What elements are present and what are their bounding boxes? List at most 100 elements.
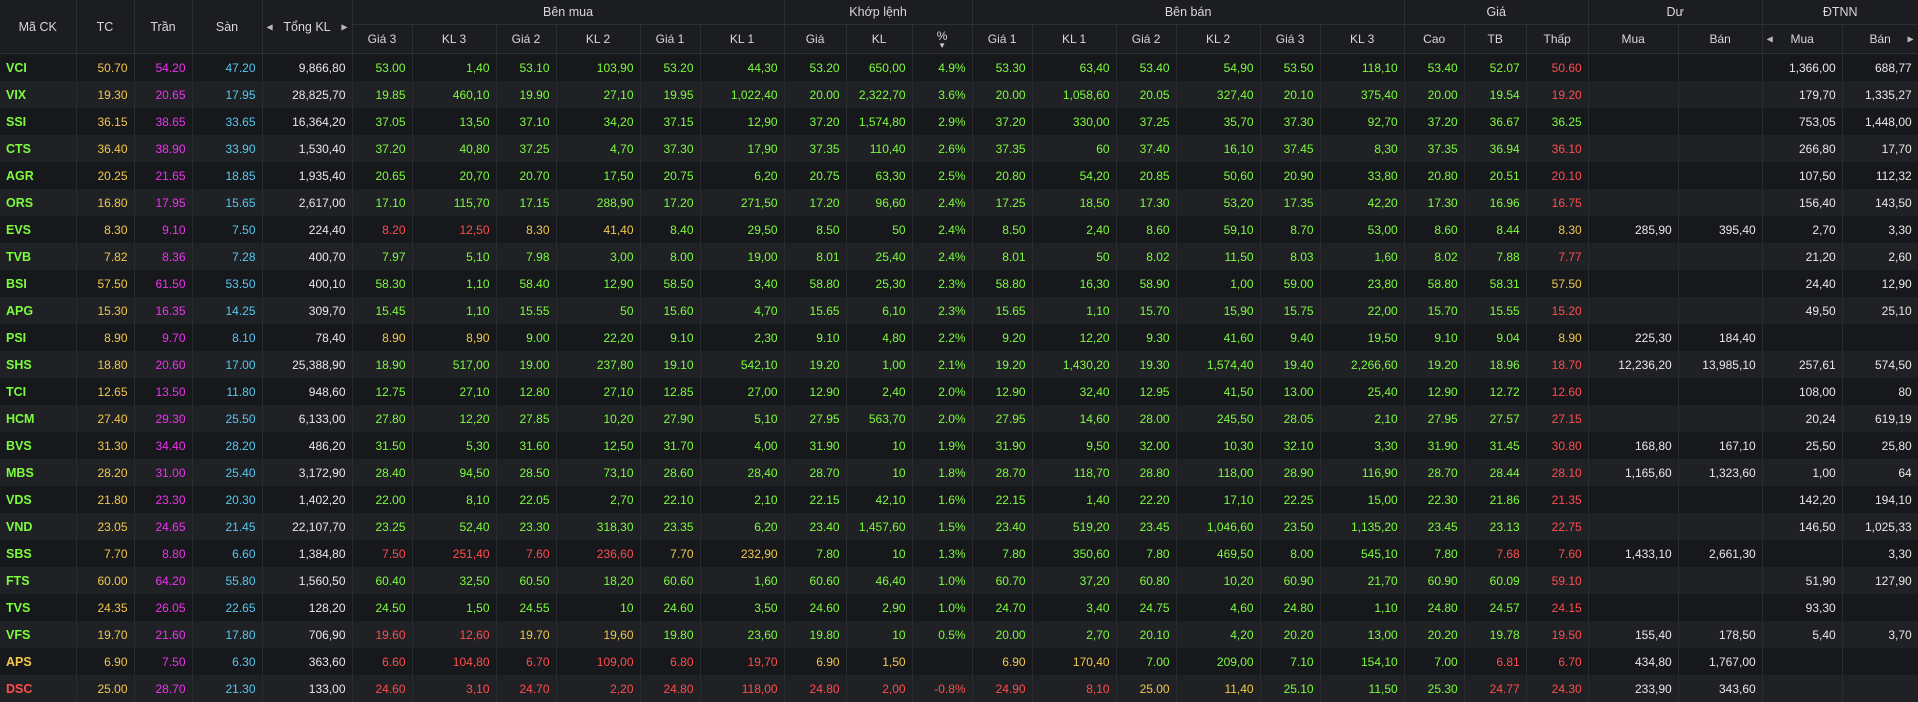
symbol-cell[interactable]: SSI [0,108,77,135]
match-price-cell: 8.50 [784,216,847,243]
ask-vol2-cell: 54,90 [1176,53,1261,81]
symbol-cell[interactable]: VND [0,513,77,540]
scroll-right-icon[interactable]: ▶ [341,22,347,31]
header-ask-vol3[interactable]: KL 3 [1320,24,1405,54]
table-row[interactable]: VDS 21.80 23.30 20.30 1,402,20 22.00 8,10 22.05… [0,486,1918,513]
symbol-cell[interactable]: VCI [0,53,77,81]
symbol-cell[interactable]: ORS [0,189,77,216]
table-row[interactable]: VCI 50.70 54.20 47.20 9,866,80 53.00 1,40 53.10… [0,53,1918,81]
table-row[interactable]: VFS 19.70 21.60 17.80 706,90 19.60 12,60 19.70 1… [0,621,1918,648]
table-row[interactable]: APS 6.90 7.50 6.30 363,60 6.60 104,80 6.70 109,0… [0,648,1918,675]
ask-vol1-cell: 3,40 [1032,594,1117,621]
table-row[interactable]: AGR 20.25 21.65 18.85 1,935,40 20.65 20,70 20.7… [0,162,1918,189]
header-bid-vol3[interactable]: KL 3 [412,24,497,54]
header-match-price[interactable]: Giá [784,24,847,54]
match-vol-cell: 10 [846,432,913,459]
header-bid-price3[interactable]: Giá 3 [352,24,413,54]
bid-price3-cell: 27.80 [352,405,413,432]
header-bid-vol1[interactable]: KL 1 [700,24,785,54]
symbol-cell[interactable]: MBS [0,459,77,486]
floor-cell: 18.85 [192,162,263,189]
header-foreign-buy[interactable]: ◀ Mua [1762,24,1843,54]
bid-vol1-cell: 29,50 [700,216,785,243]
header-bid-price1[interactable]: Giá 1 [640,24,701,54]
header-ask-vol1[interactable]: KL 1 [1032,24,1117,54]
symbol-cell[interactable]: TVS [0,594,77,621]
table-row[interactable]: TVB 7.82 8.36 7.28 400,70 7.97 5,10 7.98 3,00 8.0… [0,243,1918,270]
symbol-cell[interactable]: TCI [0,378,77,405]
table-row[interactable]: FTS 60.00 64.20 55.80 1,560,50 60.40 32,50 60.5… [0,567,1918,594]
header-bid-vol2[interactable]: KL 2 [556,24,641,54]
symbol-cell[interactable]: VIX [0,81,77,108]
table-row[interactable]: PSI 8.90 9.70 8.10 78,40 8.90 8,90 9.00 22,20 9.1… [0,324,1918,351]
ref-cell: 21.80 [76,486,135,513]
table-row[interactable]: TCI 12.65 13.50 11.80 948,60 12.75 27,10 12.80 2… [0,378,1918,405]
symbol-cell[interactable]: VDS [0,486,77,513]
table-row[interactable]: VND 23.05 24.65 21.45 22,107,70 23.25 52,40 23.… [0,513,1918,540]
table-row[interactable]: EVS 8.30 9.10 7.50 224,40 8.20 12,50 8.30 41,40 8… [0,216,1918,243]
table-row[interactable]: BSI 57.50 61.50 53.50 400,10 58.30 1,10 58.40 12… [0,270,1918,297]
rest-buy-cell [1588,297,1679,324]
header-rest-buy[interactable]: Mua [1588,24,1679,54]
table-row[interactable]: TVS 24.35 26.05 22.65 128,20 24.50 1,50 24.55 10… [0,594,1918,621]
header-ask-price3[interactable]: Giá 3 [1260,24,1321,54]
table-row[interactable]: BVS 31.30 34.40 28.20 486,20 31.50 5,30 31.60 12… [0,432,1918,459]
symbol-cell[interactable]: AGR [0,162,77,189]
table-row[interactable]: DSC 25.00 28.70 21.30 133,00 24.60 3,10 24.70 2,… [0,675,1918,702]
symbol-cell[interactable]: FTS [0,567,77,594]
symbol-cell[interactable]: HCM [0,405,77,432]
header-avg[interactable]: TB [1464,24,1527,54]
total-vol-cell: 486,20 [262,432,353,459]
header-rest-sell[interactable]: Bán [1678,24,1763,54]
header-symbol[interactable]: Mã CK [0,0,77,54]
symbol-cell[interactable]: PSI [0,324,77,351]
foreign-scroll-left-icon[interactable]: ◀ [1767,35,1773,44]
header-match-vol[interactable]: KL [846,24,913,54]
header-low[interactable]: Thấp [1526,24,1589,54]
symbol-cell[interactable]: EVS [0,216,77,243]
table-row[interactable]: ORS 16.80 17.95 15.65 2,617,00 17.10 115,70 17.… [0,189,1918,216]
symbol-cell[interactable]: SBS [0,540,77,567]
header-ceil[interactable]: Trần [134,0,193,54]
symbol-cell[interactable]: SHS [0,351,77,378]
table-row[interactable]: SHS 18.80 20.60 17.00 25,388,90 18.90 517,00 19… [0,351,1918,378]
symbol-cell[interactable]: APS [0,648,77,675]
symbol-cell[interactable]: BVS [0,432,77,459]
header-ask-vol2[interactable]: KL 2 [1176,24,1261,54]
header-floor[interactable]: Sàn [192,0,263,54]
symbol-cell[interactable]: APG [0,297,77,324]
table-row[interactable]: SBS 7.70 8.80 6.60 1,384,80 7.50 251,40 7.60 236… [0,540,1918,567]
ref-cell: 19.30 [76,81,135,108]
sort-down-icon[interactable]: ▼ [917,42,968,50]
symbol-cell[interactable]: VFS [0,621,77,648]
header-ask-price1[interactable]: Giá 1 [972,24,1033,54]
table-row[interactable]: SSI 36.15 38.65 33.65 16,364,20 37.05 13,50 37.… [0,108,1918,135]
bid-vol3-cell: 1,10 [412,270,497,297]
ask-price1-cell: 53.30 [972,53,1033,81]
bid-vol3-cell: 12,60 [412,621,497,648]
symbol-cell[interactable]: DSC [0,675,77,702]
header-ask-price2[interactable]: Giá 2 [1116,24,1177,54]
header-high[interactable]: Cao [1404,24,1465,54]
ceil-cell: 17.95 [134,189,193,216]
bid-price3-cell: 31.50 [352,432,413,459]
header-total-vol[interactable]: ◀ Tổng KL ▶ [262,0,353,54]
header-bid-price2[interactable]: Giá 2 [496,24,557,54]
table-row[interactable]: MBS 28.20 31.00 25.40 3,172,90 28.40 94,50 28.5… [0,459,1918,486]
header-foreign-sell[interactable]: Bán ▶ [1842,24,1918,54]
table-row[interactable]: CTS 36.40 38.90 33.90 1,530,40 37.20 40,80 37.2… [0,135,1918,162]
scroll-left-icon[interactable]: ◀ [267,22,273,31]
symbol-cell[interactable]: BSI [0,270,77,297]
table-row[interactable]: HCM 27.40 29.30 25.50 6,133,00 27.80 12,20 27.8… [0,405,1918,432]
table-row[interactable]: APG 15.30 16.35 14.25 309,70 15.45 1,10 15.55 50… [0,297,1918,324]
header-ref[interactable]: TC [76,0,135,54]
table-row[interactable]: VIX 19.30 20.65 17.95 28,825,70 19.85 460,10 19… [0,81,1918,108]
header-match-pct[interactable]: % ▼ [912,24,973,54]
symbol-cell[interactable]: TVB [0,243,77,270]
ask-price2-cell: 23.45 [1116,513,1177,540]
ref-cell: 6.90 [76,648,135,675]
foreign-scroll-right-icon[interactable]: ▶ [1908,35,1914,44]
symbol-cell[interactable]: CTS [0,135,77,162]
ask-price1-cell: 20.00 [972,621,1033,648]
ask-price2-cell: 22.20 [1116,486,1177,513]
